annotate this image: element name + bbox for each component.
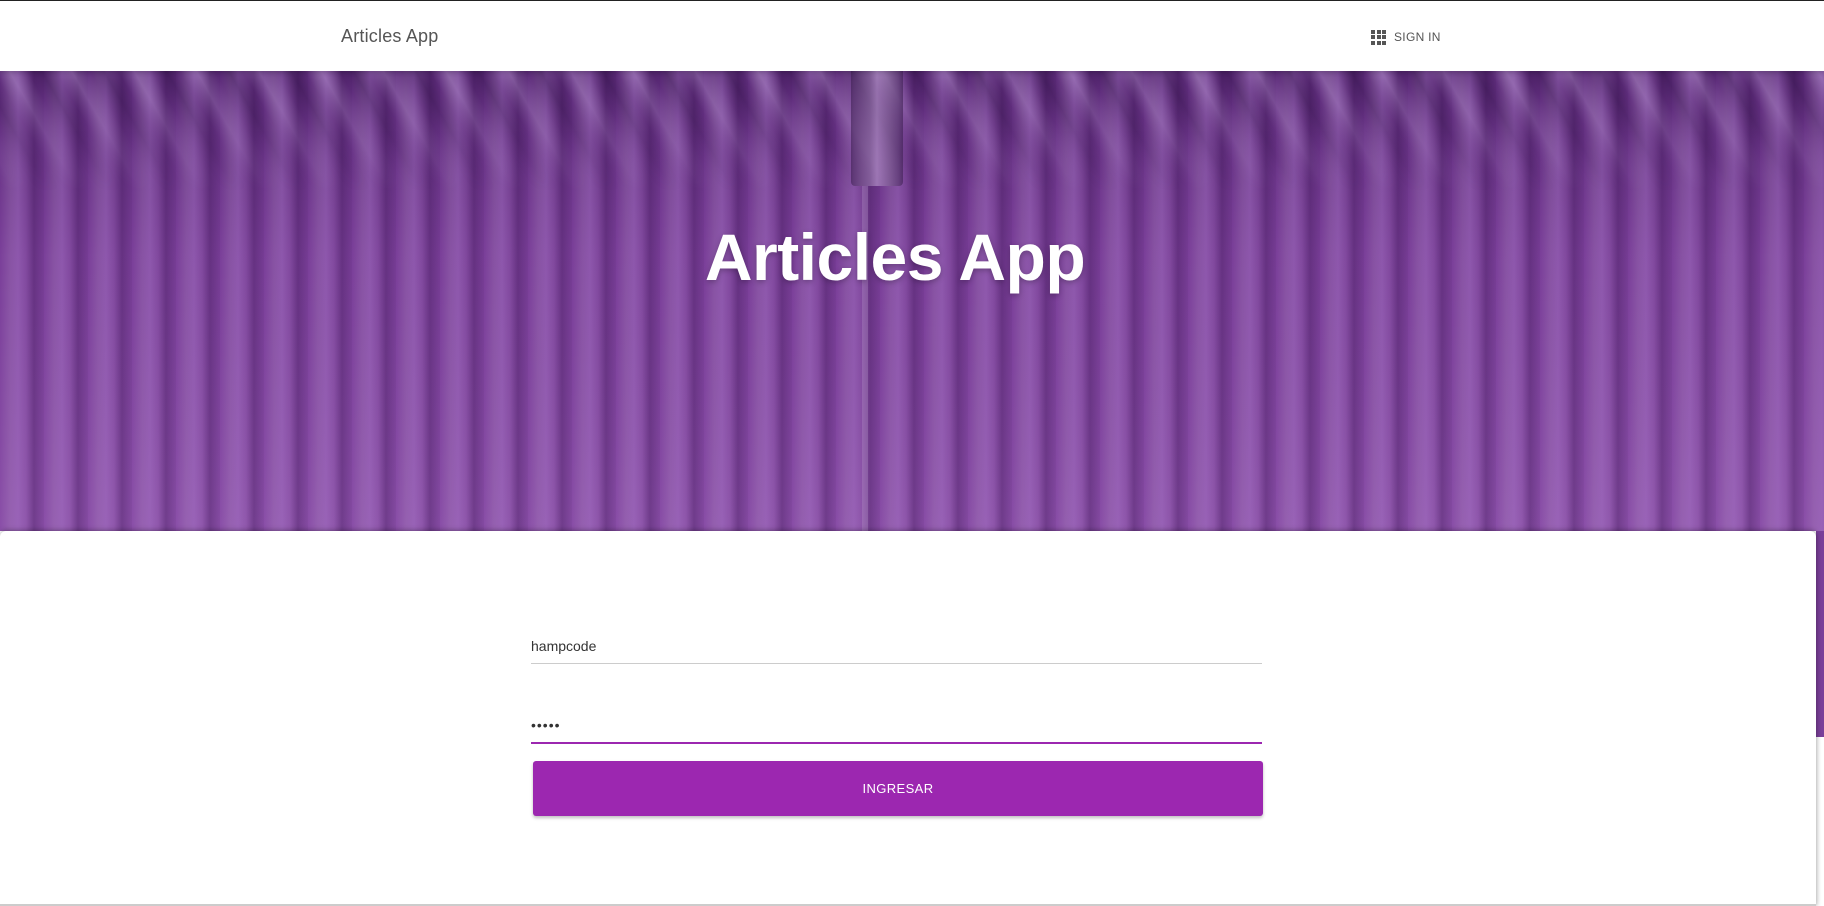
brand-link[interactable]: Articles App (341, 26, 438, 47)
hero-background-typebar (851, 71, 903, 186)
page-edge-strip (1816, 531, 1824, 906)
sign-in-label: SIGN IN (1394, 30, 1441, 44)
username-input[interactable] (531, 628, 1262, 664)
hero-background-keys (0, 71, 1824, 191)
hero-title: Articles App (704, 220, 1086, 294)
hero-banner: Articles App (0, 71, 1824, 531)
apps-grid-icon (1371, 29, 1386, 45)
login-submit-button[interactable]: INGRESAR (533, 761, 1263, 816)
top-navbar: Articles App SIGN IN (0, 0, 1824, 71)
sign-in-button[interactable]: SIGN IN (1371, 28, 1441, 46)
password-input[interactable] (531, 708, 1262, 744)
